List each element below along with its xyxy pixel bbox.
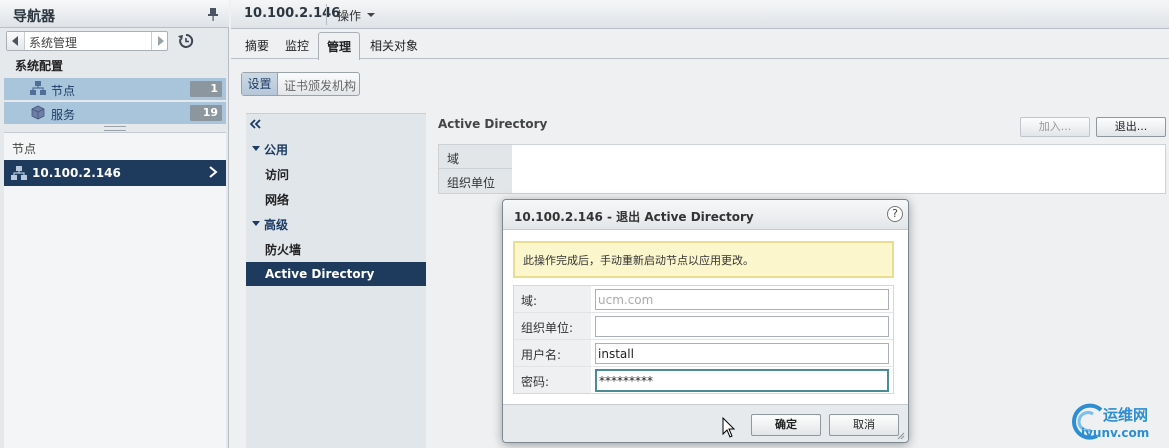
- nav-item-services[interactable]: 服务 19: [4, 102, 226, 124]
- leave-ad-dialog: 10.100.2.146 - 退出 Active Directory ? 此操作…: [502, 199, 909, 443]
- active-directory-panel: Active Directory 加入... 退出... 域 ucm......…: [438, 113, 1166, 213]
- services-icon: [31, 105, 45, 120]
- forward-arrow-icon[interactable]: [151, 32, 168, 50]
- history-breadcrumb[interactable]: 系统管理: [6, 31, 168, 51]
- host-icon: [11, 166, 27, 180]
- cancel-button[interactable]: 取消: [829, 414, 899, 436]
- credentials-form: 域: 组织单位: 用户名: 密码:: [513, 285, 894, 394]
- tree-item-host[interactable]: 10.100.2.146: [4, 160, 226, 186]
- subtab-settings[interactable]: 设置: [242, 73, 278, 95]
- settings-item-firewall[interactable]: 防火墙: [265, 241, 301, 258]
- navigator-pane: 导航器 系统管理 系统配置 节点 1 服务 19 节点 10.100.2.146: [0, 0, 229, 448]
- pin-icon[interactable]: [206, 7, 220, 21]
- watermark: 运维网 iyunv.com: [1065, 398, 1169, 448]
- header-divider: [326, 4, 327, 25]
- tab-monitor[interactable]: 监控: [285, 37, 309, 54]
- settings-item-active-directory[interactable]: Active Directory: [246, 262, 426, 286]
- tab-manage[interactable]: 管理: [318, 32, 361, 60]
- panel-title: Active Directory: [438, 117, 548, 131]
- tree-title: 节点: [12, 142, 37, 156]
- form-row: 密码:: [514, 367, 893, 394]
- node-tree: 节点 10.100.2.146: [4, 132, 226, 448]
- nav-item-label: 节点: [51, 84, 76, 98]
- group-label: 高级: [264, 218, 289, 232]
- collapse-double-arrow-icon[interactable]: [250, 119, 262, 129]
- property-key: 域: [439, 145, 512, 169]
- form-row: 组织单位:: [514, 313, 893, 340]
- nav-item-nodes[interactable]: 节点 1: [4, 78, 226, 100]
- tab-related-objects[interactable]: 相关对象: [370, 37, 418, 54]
- nodes-icon: [30, 81, 46, 95]
- section-title: 系统配置: [15, 59, 64, 73]
- password-field[interactable]: [595, 369, 889, 392]
- history-refresh-icon[interactable]: [177, 32, 195, 50]
- caret-down-icon[interactable]: [367, 13, 375, 17]
- group-common[interactable]: 公用: [250, 141, 288, 158]
- tree-item-label: 10.100.2.146: [32, 166, 121, 180]
- redaction-mask: [519, 151, 603, 161]
- splitter-grip[interactable]: [104, 126, 126, 131]
- username-label: 用户名:: [514, 340, 591, 366]
- chevron-right-icon[interactable]: [208, 166, 218, 178]
- domain-field[interactable]: [595, 289, 889, 310]
- watermark-url: iyunv.com: [1081, 426, 1150, 440]
- mouse-cursor-icon: [722, 417, 736, 438]
- subtab-group: 设置 证书颁发机构: [241, 72, 360, 96]
- property-key: 组织单位: [439, 169, 512, 193]
- history-label[interactable]: 系统管理: [29, 34, 77, 51]
- navigator-header: 导航器: [0, 0, 229, 28]
- navigator-title: 导航器: [13, 9, 55, 25]
- form-row: 域:: [514, 286, 893, 313]
- count-badge: 19: [190, 105, 222, 121]
- actions-menu[interactable]: 操作: [337, 7, 361, 24]
- subtab-certificate-authority[interactable]: 证书颁发机构: [284, 77, 356, 94]
- ad-properties-table: 域 ucm......com 组织单位: [438, 144, 1166, 194]
- domain-label: 域:: [514, 286, 591, 312]
- leave-domain-button[interactable]: 退出...: [1096, 117, 1166, 137]
- group-label: 公用: [264, 143, 289, 157]
- dialog-header[interactable]: 10.100.2.146 - 退出 Active Directory ?: [503, 200, 908, 230]
- tab-bar: 摘要 监控 管理 相关对象: [231, 31, 1169, 60]
- watermark-text: 运维网: [1103, 406, 1149, 424]
- password-label: 密码:: [514, 367, 591, 393]
- help-icon[interactable]: ?: [887, 206, 903, 222]
- ou-field[interactable]: [595, 316, 889, 337]
- count-badge: 1: [190, 81, 222, 97]
- ou-label: 组织单位:: [514, 313, 591, 339]
- ok-button[interactable]: 确定: [751, 414, 821, 436]
- nav-item-label: 服务: [51, 108, 76, 122]
- back-arrow-icon[interactable]: [7, 32, 25, 50]
- form-row: 用户名:: [514, 340, 893, 367]
- dialog-title: 10.100.2.146 - 退出 Active Directory: [514, 210, 754, 224]
- settings-item-access[interactable]: 访问: [265, 166, 289, 183]
- join-domain-button[interactable]: 加入...: [1020, 117, 1090, 137]
- username-field[interactable]: [595, 343, 889, 364]
- settings-item-network[interactable]: 网络: [265, 191, 289, 208]
- settings-nav: 公用 访问 网络 高级 防火墙 Active Directory: [246, 113, 426, 448]
- resize-grip-icon[interactable]: [895, 430, 905, 440]
- object-header: 10.100.2.146 操作: [231, 0, 1169, 29]
- group-advanced[interactable]: 高级: [250, 216, 288, 233]
- dialog-footer: 确定 取消: [503, 404, 908, 442]
- warning-notice: 此操作完成后，手动重新启动节点以应用更改。: [513, 241, 894, 278]
- tab-summary[interactable]: 摘要: [245, 37, 269, 54]
